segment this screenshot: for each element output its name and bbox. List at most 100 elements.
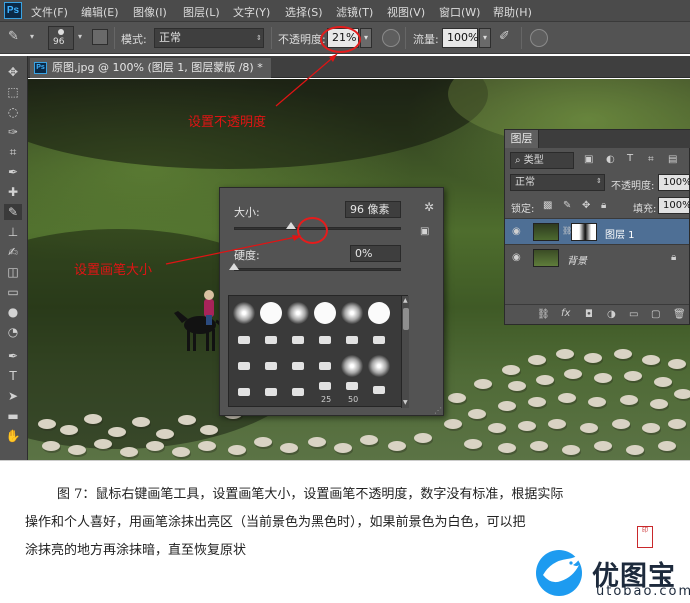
menu-file[interactable]: 文件(F) (31, 4, 68, 20)
lasso-tool-icon[interactable]: ◌ (4, 104, 22, 120)
menu-window[interactable]: 窗口(W) (439, 4, 480, 20)
gradient-tool-icon[interactable]: ▭ (4, 284, 22, 300)
history-brush-tool-icon[interactable]: ✍ (4, 244, 22, 260)
presets-scrollbar-thumb[interactable] (403, 308, 409, 330)
brush-preset-shape[interactable] (346, 382, 358, 390)
brush-preset-soft[interactable] (341, 355, 363, 377)
presets-scrollbar[interactable]: ▲ ▼ (401, 296, 409, 408)
layer-mask-thumbnail[interactable] (571, 223, 597, 241)
blur-tool-icon[interactable]: ● (4, 304, 22, 320)
clone-stamp-tool-icon[interactable]: ⊥ (4, 224, 22, 240)
brush-picker-chevron-icon[interactable]: ▾ (78, 32, 82, 41)
healing-tool-icon[interactable]: ✚ (4, 184, 22, 200)
menu-type[interactable]: 文字(Y) (233, 4, 270, 20)
brush-preset-shape[interactable] (319, 336, 331, 344)
airbrush-icon[interactable]: ✐ (499, 29, 510, 44)
layer-filter-select[interactable]: ⌕ 类型 (510, 152, 574, 169)
mode-select[interactable]: 正常 (154, 28, 264, 48)
group-folder-icon[interactable]: ▭ (629, 309, 638, 320)
menu-filter[interactable]: 滤镜(T) (336, 4, 373, 20)
eraser-tool-icon[interactable]: ◫ (4, 264, 22, 280)
chevron-down-icon[interactable]: ▾ (30, 32, 34, 41)
lock-all-icon[interactable]: 🔒︎ (601, 200, 606, 211)
scroll-down-icon[interactable]: ▼ (403, 399, 408, 406)
brush-preset-shape[interactable] (319, 362, 331, 370)
brush-preset-shape[interactable] (292, 388, 304, 396)
new-preset-icon[interactable]: ▣ (420, 226, 429, 237)
brush-tool-icon[interactable]: ✎ (4, 204, 22, 220)
filter-smart-object-icon[interactable]: ▤ (668, 154, 677, 165)
adjustment-layer-icon[interactable]: ◑ (607, 309, 616, 320)
move-tool-icon[interactable]: ✥ (4, 64, 22, 80)
brush-preset-hard[interactable] (314, 302, 336, 324)
pressure-opacity-icon[interactable] (382, 29, 400, 47)
filter-image-icon[interactable]: ▣ (584, 154, 593, 165)
brush-preset-shape[interactable] (238, 388, 250, 396)
brush-preset-soft[interactable] (287, 302, 309, 324)
crop-tool-icon[interactable]: ⌗ (4, 144, 22, 160)
fx-icon[interactable]: fx (561, 308, 570, 319)
add-mask-icon[interactable]: ◘ (585, 309, 593, 320)
layer-row-background[interactable]: ◉ 背景 🔒︎ (505, 244, 689, 270)
filter-type-icon[interactable]: T (627, 153, 633, 164)
brush-preset-shape[interactable] (292, 362, 304, 370)
brush-picker-button[interactable]: 96 (48, 26, 74, 50)
flow-input[interactable]: 100% (442, 28, 478, 48)
link-layers-icon[interactable]: ⛓ (537, 309, 550, 320)
fill-input[interactable]: 100% (658, 197, 690, 214)
shape-tool-icon[interactable]: ▬ (4, 408, 22, 424)
brush-preset-shape[interactable] (265, 336, 277, 344)
eyedropper-tool-icon[interactable]: ✒ (4, 164, 22, 180)
brush-preset-soft[interactable] (341, 302, 363, 324)
menu-select[interactable]: 选择(S) (285, 4, 323, 20)
document-tab[interactable]: Ps 原图.jpg @ 100% (图层 1, 图层蒙版 /8) * (30, 58, 271, 78)
brush-preset-soft[interactable] (368, 355, 390, 377)
layer-opacity-input[interactable]: 100% (658, 174, 690, 191)
menu-layer[interactable]: 图层(L) (183, 4, 220, 20)
brush-size-input[interactable]: 96 像素 (345, 201, 401, 218)
hardness-slider-handle[interactable] (229, 263, 239, 270)
brush-preset-hard[interactable] (260, 302, 282, 324)
menu-edit[interactable]: 编辑(E) (81, 4, 119, 20)
layers-tab[interactable]: 图层 (505, 130, 539, 148)
lock-transparent-icon[interactable]: ▩ (543, 200, 552, 211)
lock-pixels-icon[interactable]: ✎ (563, 200, 571, 211)
marquee-tool-icon[interactable]: ⬚ (4, 84, 22, 100)
new-layer-icon[interactable]: ▢ (651, 309, 660, 320)
pressure-size-icon[interactable] (530, 29, 548, 47)
type-tool-icon[interactable]: T (4, 368, 22, 384)
menu-image[interactable]: 图像(I) (133, 4, 167, 20)
brush-preset-shape[interactable] (238, 362, 250, 370)
layer-name[interactable]: 背景 (567, 252, 587, 267)
visibility-eye-icon[interactable]: ◉ (512, 226, 521, 237)
flow-dropdown-button[interactable]: ▾ (479, 28, 491, 48)
pen-tool-icon[interactable]: ✒ (4, 348, 22, 364)
brush-tool-preset-icon[interactable]: ✎ (8, 29, 19, 44)
dodge-tool-icon[interactable]: ◔ (4, 324, 22, 340)
brush-preset-shape[interactable] (292, 336, 304, 344)
visibility-eye-icon[interactable]: ◉ (512, 252, 521, 263)
menu-view[interactable]: 视图(V) (387, 4, 425, 20)
brush-panel-toggle-icon[interactable] (92, 29, 108, 45)
brush-preset-shape[interactable] (265, 362, 277, 370)
menu-help[interactable]: 帮助(H) (493, 4, 532, 20)
scroll-up-icon[interactable]: ▲ (403, 297, 408, 304)
brush-preset-shape[interactable] (346, 336, 358, 344)
brush-preset-soft[interactable] (233, 302, 255, 324)
delete-layer-icon[interactable]: 🗑︎ (673, 309, 686, 320)
layer-name[interactable]: 图层 1 (605, 226, 635, 241)
brush-preset-hard[interactable] (368, 302, 390, 324)
blend-mode-select[interactable]: 正常 (510, 174, 605, 191)
filter-shape-icon[interactable]: ⌗ (648, 154, 654, 165)
filter-adjustment-icon[interactable]: ◐ (606, 154, 615, 165)
gear-icon[interactable]: ✲ (424, 200, 434, 214)
brush-preset-shape[interactable] (373, 336, 385, 344)
brush-preset-shape[interactable] (238, 336, 250, 344)
brush-preset-shape[interactable] (373, 386, 385, 394)
resize-grip-icon[interactable]: ⋰ (434, 406, 442, 415)
hardness-slider-track[interactable] (234, 268, 401, 271)
brush-size-slider-handle[interactable] (285, 222, 296, 229)
hardness-input[interactable]: 0% (350, 245, 401, 262)
layer-row-layer1[interactable]: ◉ ⛓ 图层 1 (505, 218, 689, 244)
opacity-dropdown-button[interactable]: ▾ (360, 28, 372, 48)
